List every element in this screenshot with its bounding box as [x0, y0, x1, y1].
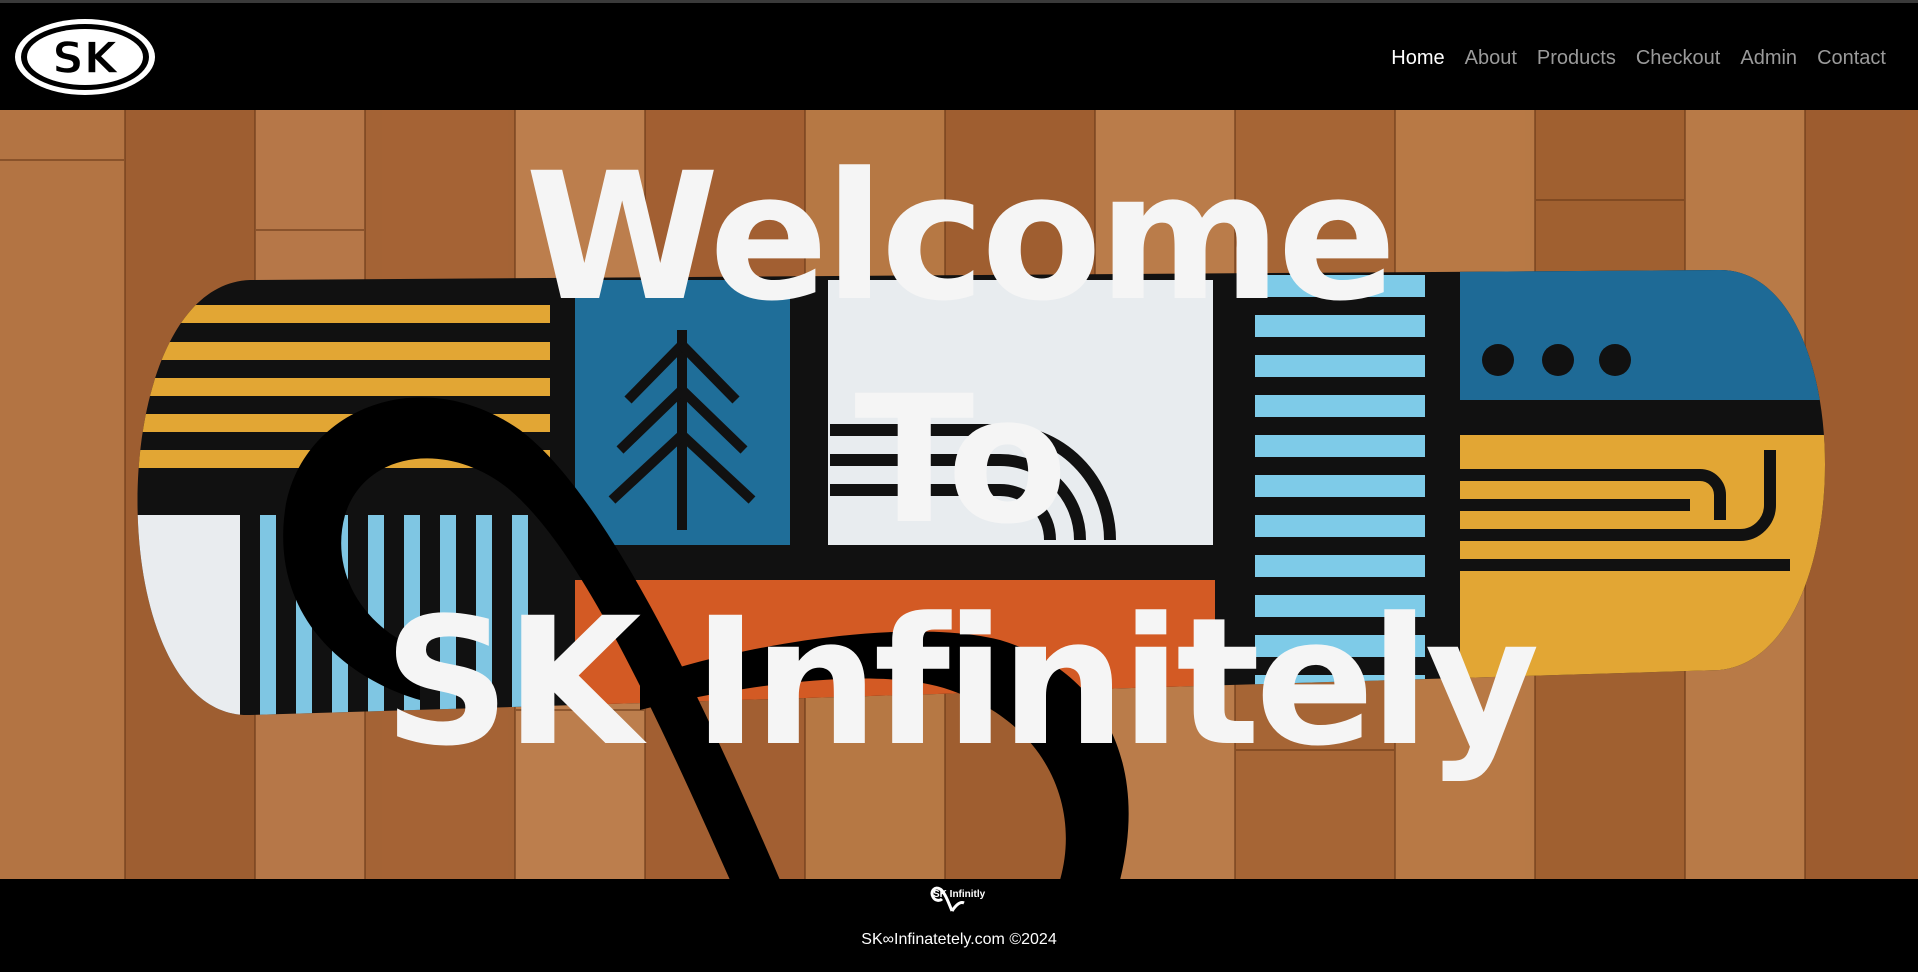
- footer: SK Infinitly SK∞Infinatetely.com ©2024: [0, 879, 1918, 972]
- navbar: SK Home About Products Checkout Admin Co…: [0, 3, 1918, 110]
- logo-text: SK: [52, 33, 120, 84]
- sk-circle-logo-icon: SK: [15, 19, 155, 95]
- copyright-text: SK∞Infinatetely.com ©2024: [861, 931, 1057, 948]
- brand-logo[interactable]: SK: [14, 18, 156, 96]
- nav-home[interactable]: Home: [1381, 43, 1454, 73]
- nav-products[interactable]: Products: [1527, 43, 1626, 73]
- footer-logo-text: SK Infinitly: [933, 889, 986, 900]
- nav-contact[interactable]: Contact: [1807, 43, 1896, 73]
- main-nav: Home About Products Checkout Admin Conta…: [1381, 43, 1896, 73]
- nav-admin[interactable]: Admin: [1730, 43, 1807, 73]
- nav-about[interactable]: About: [1455, 43, 1527, 73]
- nav-checkout[interactable]: Checkout: [1626, 43, 1731, 73]
- hero-background-image: [0, 110, 1918, 879]
- hero-banner: Welcome To SK Infinitely: [0, 110, 1918, 879]
